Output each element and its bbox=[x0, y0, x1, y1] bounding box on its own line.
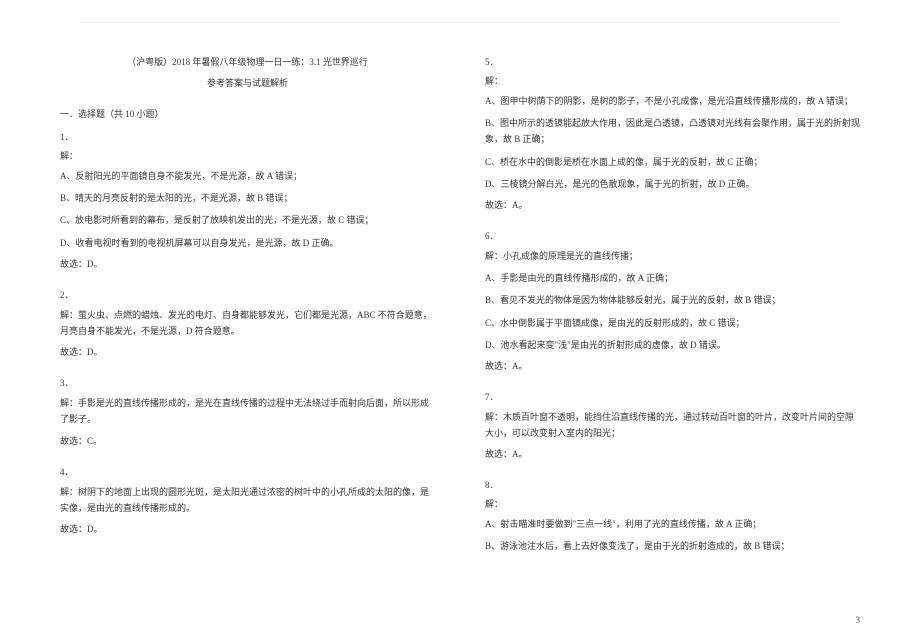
question-block: 2． 解：萤火虫、点燃的蜡烛、发光的电灯、自身都能够发光，它们都是光源，ABC … bbox=[60, 288, 435, 358]
solution-label: 解： bbox=[485, 497, 860, 510]
solution-line: 解：小孔成像的原理是光的直线传播； bbox=[485, 248, 860, 264]
solution-line: C、桥在水中的倒影是桥在水面上成的像，属于光的反射，故 C 正确； bbox=[485, 154, 860, 170]
question-block: 6． 解：小孔成像的原理是光的直线传播； A、手影是由光的直线传播形成的，故 A… bbox=[485, 229, 860, 372]
question-number: 6． bbox=[485, 229, 860, 242]
question-block: 1． 解： A、反射阳光的平面镜自身不能发光，不是光源，故 A 错误； B、晴天… bbox=[60, 130, 435, 270]
answer-text: 故选：D。 bbox=[60, 522, 435, 535]
solution-line: D、收看电视时看到的电视机屏幕可以自身发光，是光源，故 D 正确。 bbox=[60, 235, 435, 251]
page-number: 3 bbox=[856, 615, 861, 625]
solution-line: D、三棱镜分解白光，是光的色散现象，属于光的折射，故 D 正确。 bbox=[485, 176, 860, 192]
solution-line: B、看见不发光的物体是因为物体能够反射光，属于光的反射，故 B 错误； bbox=[485, 292, 860, 308]
doc-subtitle: 参考答案与试题解析 bbox=[60, 76, 435, 89]
answer-text: 故选：A。 bbox=[485, 198, 860, 211]
solution-line: 解：树阴下的地面上出现的圆形光斑，是太阳光通过浓密的树叶中的小孔所成的太阳的像，… bbox=[60, 484, 435, 516]
solution-line: C、水中倒影属于平面镜成像，是由光的反射形成的，故 C 错误； bbox=[485, 315, 860, 331]
question-number: 7． bbox=[485, 390, 860, 403]
solution-line: 解：木质百叶窗不透明，能挡住沿直线传播的光，通过转动百叶窗的叶片，改变叶片间的空… bbox=[485, 409, 860, 441]
answer-text: 故选：A。 bbox=[485, 447, 860, 460]
section-heading: 一．选择题（共 10 小题） bbox=[60, 107, 435, 120]
answer-text: 故选：C。 bbox=[60, 434, 435, 447]
answer-text: 故选：D。 bbox=[60, 345, 435, 358]
answer-text: 故选：D。 bbox=[60, 257, 435, 270]
question-block: 4． 解：树阴下的地面上出现的圆形光斑，是太阳光通过浓密的树叶中的小孔所成的太阳… bbox=[60, 465, 435, 535]
solution-line: A、图甲中树荫下的阴影，是树的影子，不是小孔成像，是光沿直线传播形成的，故 A … bbox=[485, 93, 860, 109]
solution-line: C、放电影时所看到的幕布，是反射了放映机发出的光，不是光源，故 C 错误； bbox=[60, 212, 435, 228]
question-block: 3． 解：手影是光的直线传播形成的，是光在直线传播的过程中无法绕过手而射向后面，… bbox=[60, 376, 435, 446]
question-number: 8． bbox=[485, 478, 860, 491]
document-page: （沪粤版）2018 年暑假八年级物理一日一练：3.1 光世界巡行 参考答案与试题… bbox=[0, 0, 920, 580]
solution-line: B、图中所示的透镜能起放大作用，因此是凸透镜，凸透镜对光线有会聚作用，属于光的折… bbox=[485, 115, 860, 147]
solution-line: D、池水看起来变"浅"是由光的折射形成的虚像，故 D 错误。 bbox=[485, 337, 860, 353]
question-block: 8． 解： A、射击瞄准时要做到"三点一线"，利用了光的直线传播，故 A 正确；… bbox=[485, 478, 860, 554]
doc-title: （沪粤版）2018 年暑假八年级物理一日一练：3.1 光世界巡行 bbox=[60, 55, 435, 68]
solution-line: A、射击瞄准时要做到"三点一线"，利用了光的直线传播，故 A 正确； bbox=[485, 516, 860, 532]
solution-line: B、晴天的月亮反射的是太阳的光，不是光源，故 B 错误； bbox=[60, 190, 435, 206]
solution-line: A、手影是由光的直线传播形成的，故 A 正确； bbox=[485, 270, 860, 286]
question-number: 5． bbox=[485, 55, 860, 68]
solution-label: 解： bbox=[485, 74, 860, 87]
question-number: 4． bbox=[60, 465, 435, 478]
solution-line: A、反射阳光的平面镜自身不能发光，不是光源，故 A 错误； bbox=[60, 168, 435, 184]
solution-line: 解：手影是光的直线传播形成的，是光在直线传播的过程中无法绕过手而射向后面，所以形… bbox=[60, 395, 435, 427]
top-divider bbox=[80, 22, 840, 23]
answer-text: 故选：A。 bbox=[485, 359, 860, 372]
solution-line: 解：萤火虫、点燃的蜡烛、发光的电灯、自身都能够发光，它们都是光源，ABC 不符合… bbox=[60, 307, 435, 339]
question-number: 3． bbox=[60, 376, 435, 389]
solution-label: 解： bbox=[60, 149, 435, 162]
question-block: 5． 解： A、图甲中树荫下的阴影，是树的影子，不是小孔成像，是光沿直线传播形成… bbox=[485, 55, 860, 211]
question-number: 2． bbox=[60, 288, 435, 301]
question-block: 7． 解：木质百叶窗不透明，能挡住沿直线传播的光，通过转动百叶窗的叶片，改变叶片… bbox=[485, 390, 860, 460]
question-number: 1． bbox=[60, 130, 435, 143]
solution-line: B、游泳池注水后，看上去好像变浅了，是由于光的折射造成的，故 B 错误； bbox=[485, 538, 860, 554]
